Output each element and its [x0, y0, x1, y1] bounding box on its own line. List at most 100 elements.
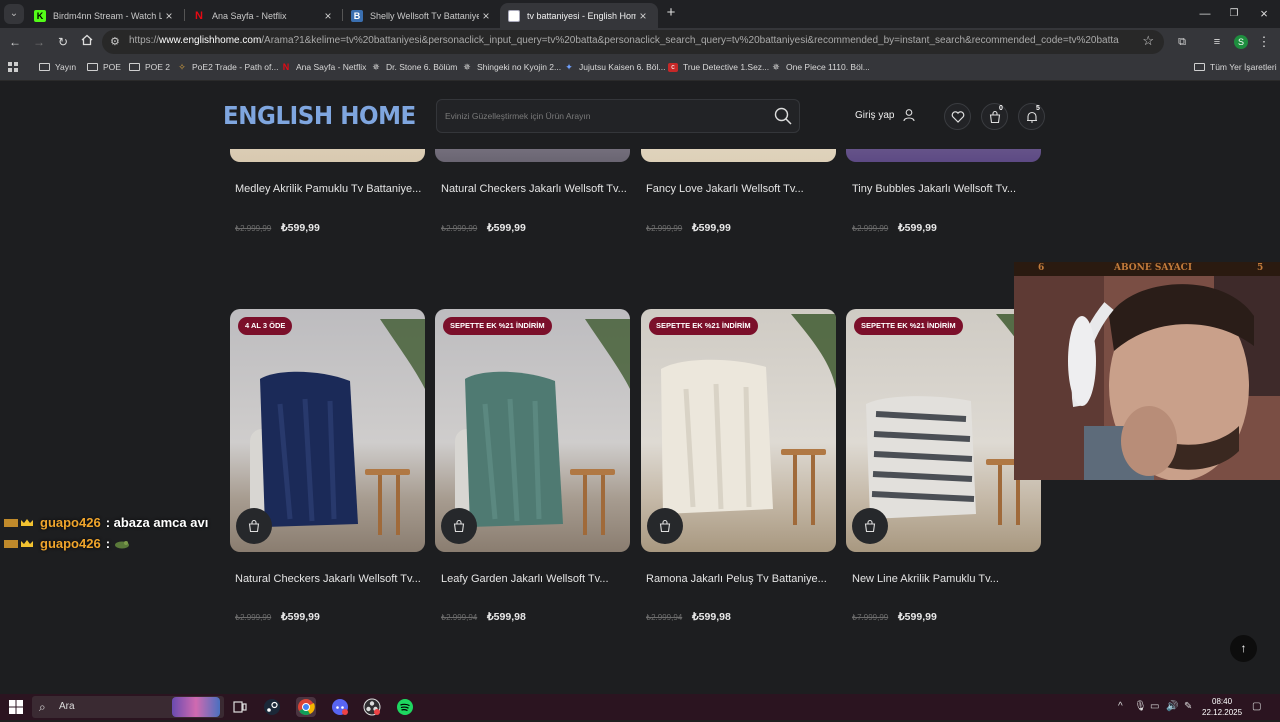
site-info-icon[interactable]: ⚙ — [110, 34, 126, 50]
url-text[interactable]: https://www.englishhome.com/Arama?1&keli… — [129, 35, 1129, 46]
back-icon[interactable]: ← — [7, 34, 23, 50]
product-name[interactable]: New Line Akrilik Pamuklu Tv... — [852, 573, 999, 585]
bookmark-shingeki[interactable]: ✵ Shingeki no Kyojin 2... — [462, 62, 561, 72]
windows-start-icon[interactable] — [9, 700, 23, 714]
task-view-icon[interactable] — [230, 697, 250, 717]
anime-site-icon: ✵ — [463, 61, 471, 72]
discord-icon[interactable] — [330, 697, 350, 717]
forward-icon[interactable]: → — [31, 34, 47, 50]
folder-icon — [87, 63, 98, 71]
all-bookmarks-folder[interactable]: Tüm Yer İşaretleri — [1194, 62, 1277, 72]
reload-icon[interactable]: ↻ — [55, 34, 71, 50]
subscriber-counter-overlay: 6 ABONE SAYACI 5 — [1014, 262, 1280, 276]
volume-icon[interactable]: 🔊 — [1166, 701, 1178, 712]
sale-price: ₺599,99 — [898, 222, 937, 234]
bookmark-poe2-trade[interactable]: ✧ PoE2 Trade - Path of... — [177, 62, 278, 72]
notification-center-icon[interactable]: ▢ — [1252, 701, 1261, 712]
tab-title: Ana Sayfa - Netflix — [212, 10, 287, 21]
cart-button[interactable] — [981, 103, 1008, 130]
bookmark-jujutsu[interactable]: ✦ Jujutsu Kaisen 6. Böl... — [564, 62, 665, 72]
bookmark-true-detective[interactable]: c True Detective 1.Sez... — [668, 62, 769, 72]
media-controls-icon[interactable]: ≡ — [1209, 34, 1225, 50]
kick-icon: K — [34, 9, 46, 22]
chat-username: guapo426 — [40, 536, 101, 551]
favorites-button[interactable] — [944, 103, 971, 130]
product-name[interactable]: Natural Checkers Jakarlı Wellsoft Tv... — [235, 573, 421, 585]
tab-birdm4nn-stream[interactable]: K Birdm4nn Stream - Watch Live o × — [26, 3, 184, 28]
shopping-bag-icon — [659, 519, 671, 533]
restore-icon[interactable]: ❐ — [1226, 6, 1242, 22]
system-clock[interactable]: 08:40 22.12.2025 — [1202, 696, 1242, 718]
close-icon[interactable]: × — [636, 9, 650, 23]
site-logo[interactable]: ENGLISH HOME — [223, 101, 416, 130]
chat-username: guapo426 — [40, 515, 101, 530]
site-header: ENGLISH HOME Giriş yap 0 5 — [0, 81, 1280, 149]
pen-icon[interactable]: ✎ — [1184, 701, 1192, 712]
tab-netflix[interactable]: N Ana Sayfa - Netflix × — [185, 3, 343, 28]
product-name[interactable]: Fancy Love Jakarlı Wellsoft Tv... — [646, 183, 804, 195]
menu-kebab-icon[interactable]: ⋮ — [1256, 34, 1272, 50]
tab-englishhome[interactable]: tv battaniyesi - English Home O × — [500, 3, 658, 28]
bookmark-label: One Piece 1110. Böl... — [786, 62, 870, 72]
notifications-button[interactable] — [1018, 103, 1045, 130]
apps-grid-icon[interactable] — [8, 62, 18, 72]
bookmark-folder-yayin[interactable]: Yayın — [39, 62, 76, 72]
old-price: ₺2.999,94 — [441, 613, 478, 622]
bookmark-dr-stone[interactable]: ✵ Dr. Stone 6. Bölüm — [371, 62, 457, 72]
webcam-overlay — [1014, 276, 1280, 480]
tab-shelly-wellsoft[interactable]: B Shelly Wellsoft Tv Battaniyesi Ka × — [343, 3, 501, 28]
bookmark-folder-poe2[interactable]: POE 2 — [129, 62, 170, 72]
product-name[interactable]: Medley Akrilik Pamuklu Tv Battaniye... — [235, 183, 421, 195]
sale-price: ₺599,98 — [487, 611, 526, 623]
product-name[interactable]: Tiny Bubbles Jakarlı Wellsoft Tv... — [852, 183, 1016, 195]
chrome-icon[interactable] — [296, 697, 316, 717]
bookmark-label: PoE2 Trade - Path of... — [192, 62, 279, 72]
scroll-to-top-button[interactable]: ↑ — [1230, 635, 1257, 662]
address-bar[interactable]: ⚙ https://www.englishhome.com/Arama?1&ke… — [102, 30, 1164, 54]
chat-text: : — [105, 536, 111, 551]
add-to-cart-button[interactable] — [852, 508, 888, 544]
add-to-cart-button[interactable] — [647, 508, 683, 544]
spotify-icon[interactable] — [395, 697, 415, 717]
window-close-icon[interactable]: × — [1256, 6, 1272, 22]
microphone-icon[interactable]: 🎙 — [1134, 701, 1147, 712]
tab-search-button[interactable]: ⌄ — [4, 4, 24, 24]
site-search-box[interactable] — [436, 99, 800, 133]
product-name[interactable]: Ramona Jakarlı Peluş Tv Battaniye... — [646, 573, 827, 585]
minimize-icon[interactable]: — — [1197, 6, 1213, 22]
bookmark-folder-poe[interactable]: POE — [87, 62, 121, 72]
bookmark-label: True Detective 1.Sez... — [683, 62, 770, 72]
bookmark-label: Dr. Stone 6. Bölüm — [386, 62, 458, 72]
product-name[interactable]: Natural Checkers Jakarlı Wellsoft Tv... — [441, 183, 627, 195]
obs-icon[interactable] — [362, 697, 382, 717]
chat-emote-icon — [115, 540, 130, 548]
network-icon[interactable]: ▭ — [1150, 701, 1159, 712]
promo-badge: SEPETTE EK %21 İNDİRİM — [854, 317, 963, 335]
netflix-icon: N — [195, 9, 203, 22]
old-price: ₺2.999,99 — [852, 224, 889, 233]
sub-counter-left: 6 — [1038, 263, 1045, 273]
bookmark-netflix[interactable]: N Ana Sayfa - Netflix — [281, 62, 367, 72]
url-path: /Arama?1&kelime=tv%20battaniyesi&persona… — [261, 35, 1119, 46]
product-name[interactable]: Leafy Garden Jakarlı Wellsoft Tv... — [441, 573, 609, 585]
steam-icon[interactable] — [262, 697, 282, 717]
close-icon[interactable]: × — [321, 9, 335, 23]
add-to-cart-button[interactable] — [441, 508, 477, 544]
add-to-cart-button[interactable] — [236, 508, 272, 544]
taskbar-search-box[interactable]: ⌕ Ara — [32, 696, 224, 718]
profile-avatar[interactable]: S — [1234, 35, 1248, 49]
sale-price: ₺599,99 — [487, 222, 526, 234]
extensions-icon[interactable]: ⧉ — [1174, 34, 1190, 50]
home-icon[interactable] — [79, 34, 95, 50]
bookmark-star-icon[interactable]: ☆ — [1142, 33, 1154, 49]
close-icon[interactable]: × — [479, 9, 493, 23]
tray-chevron-up-icon[interactable]: ^ — [1118, 701, 1123, 712]
close-icon[interactable]: × — [162, 9, 176, 23]
login-link[interactable]: Giriş yap — [855, 108, 916, 122]
old-price: ₺2.999,99 — [646, 224, 683, 233]
new-tab-plus-icon[interactable]: + — [663, 5, 679, 21]
search-icon[interactable] — [773, 106, 793, 126]
bookmark-one-piece[interactable]: ✵ One Piece 1110. Böl... — [771, 62, 870, 72]
site-search-input[interactable] — [445, 108, 765, 124]
bookmarks-bar: Yayın POE POE 2 ✧ PoE2 Trade - Path of...… — [0, 56, 1280, 81]
